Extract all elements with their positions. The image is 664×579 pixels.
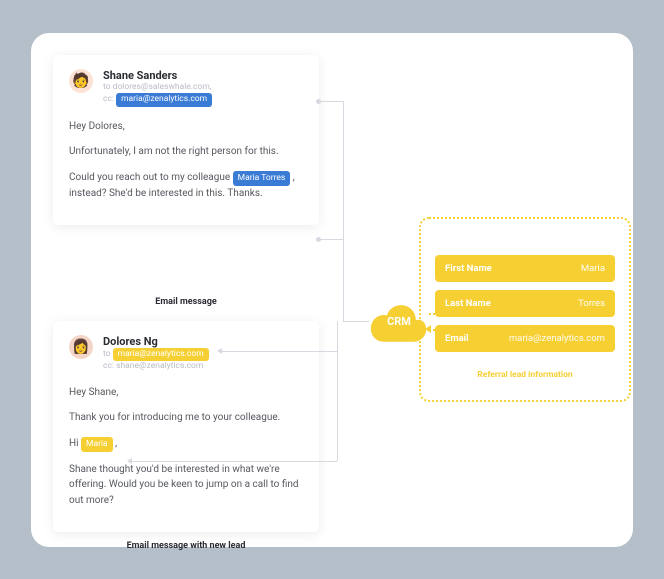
connector-dot <box>316 237 321 242</box>
crm-connector-dot <box>445 310 451 316</box>
cc-prefix: cc: <box>103 94 116 104</box>
arrow-icon <box>217 348 222 354</box>
crm-row-firstname: First Name Maria <box>435 255 615 282</box>
paragraph: Shane thought you'd be interested in wha… <box>69 462 303 509</box>
to-prefix: to <box>103 349 113 359</box>
greeting: Hey Dolores, <box>69 119 303 135</box>
greeting: Hey Shane, <box>69 385 303 401</box>
crm-key: Last Name <box>445 298 491 309</box>
paragraph: Thank you for introducing me to your col… <box>69 410 303 426</box>
text: Could you reach out to my colleague <box>69 172 233 183</box>
connector <box>319 101 343 102</box>
connector <box>319 239 343 240</box>
crm-value: Maria <box>581 263 605 274</box>
email-card-2: 👩 Dolores Ng to maria@zenalytics.com cc:… <box>53 321 319 533</box>
connector <box>337 321 338 461</box>
email-header: 🧑 Shane Sanders to dolores@saleswhale.co… <box>69 69 303 107</box>
email-to-line: to maria@zenalytics.com <box>103 348 209 361</box>
email2-caption: Email message with new lead <box>53 541 319 551</box>
paragraph: Hi Maria , <box>69 436 303 452</box>
arrow-icon <box>127 458 132 464</box>
text: , <box>113 438 117 449</box>
paragraph: Could you reach out to my colleague Mari… <box>69 170 303 202</box>
highlighted-name: Maria <box>81 437 113 452</box>
crm-row-lastname: Last Name Torres <box>435 290 615 317</box>
avatar-shane: 🧑 <box>69 69 93 93</box>
connector <box>221 351 337 352</box>
email-cc-line: cc: maria@zenalytics.com <box>103 93 212 106</box>
crm-label: CRM <box>369 315 429 328</box>
text: Hi <box>69 438 81 449</box>
connector <box>131 461 337 462</box>
avatar-dolores: 👩 <box>69 335 93 359</box>
connector <box>343 321 369 322</box>
crm-key: Email <box>445 333 469 344</box>
crm-panel: First Name Maria Last Name Torres Email … <box>419 217 631 402</box>
sender-name: Dolores Ng <box>103 335 209 348</box>
email-body: Hey Dolores, Unfortunately, I am not the… <box>69 119 303 202</box>
email-body: Hey Shane, Thank you for introducing me … <box>69 385 303 509</box>
connector-dot <box>316 99 321 104</box>
crm-caption: Referral lead information <box>435 370 615 380</box>
email-to-line: to dolores@saleswhale.com, <box>103 82 212 93</box>
crm-value: Torres <box>578 298 605 309</box>
diagram-canvas: 🧑 Shane Sanders to dolores@saleswhale.co… <box>31 33 633 547</box>
connector <box>343 101 344 321</box>
email-header: 👩 Dolores Ng to maria@zenalytics.com cc:… <box>69 335 303 373</box>
crm-value: maria@zenalytics.com <box>509 333 605 344</box>
paragraph: Unfortunately, I am not the right person… <box>69 144 303 160</box>
crm-connector <box>429 329 447 331</box>
email-card-1: 🧑 Shane Sanders to dolores@saleswhale.co… <box>53 55 319 226</box>
email-cc-line: cc: shane@zenalytics.com <box>103 361 209 372</box>
cc-email-badge: maria@zenalytics.com <box>116 93 212 106</box>
sender-name: Shane Sanders <box>103 69 212 82</box>
email1-caption: Email message <box>53 297 319 307</box>
crm-row-email: Email maria@zenalytics.com <box>435 325 615 352</box>
crm-key: First Name <box>445 263 492 274</box>
to-email-badge: maria@zenalytics.com <box>113 348 209 361</box>
highlighted-name: Maria Torres <box>233 171 291 186</box>
